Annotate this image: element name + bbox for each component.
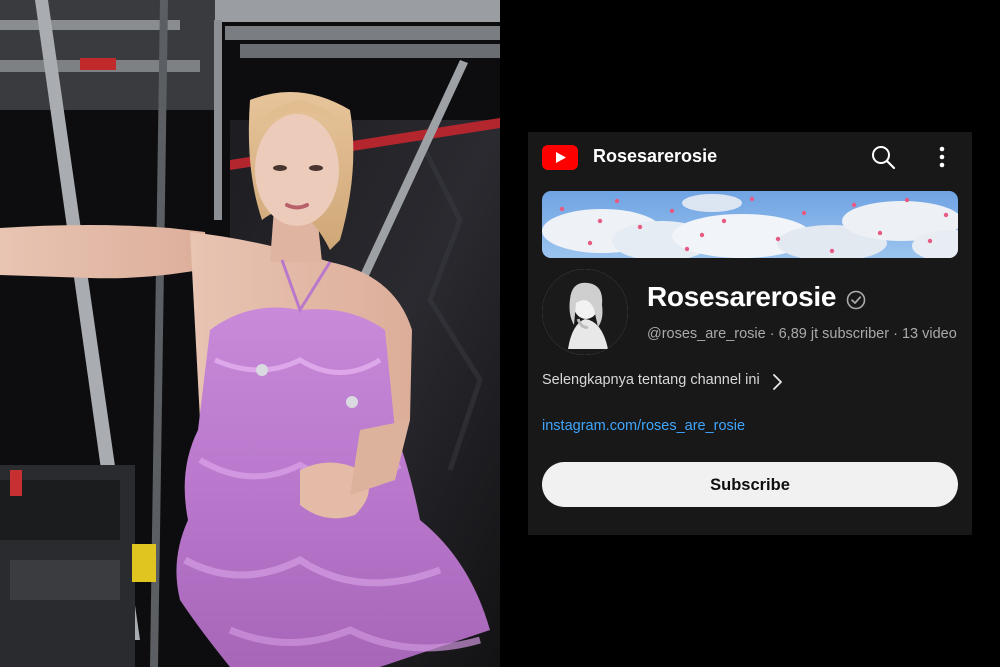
meta-separator: · — [893, 326, 898, 342]
photo-illustration — [0, 0, 500, 667]
channel-handle: @roses_are_rosie — [647, 326, 766, 342]
youtube-channel-panel: Rosesarerosie Rosesarerosie @roses_are_r… — [528, 132, 972, 535]
youtube-logo-icon[interactable] — [542, 145, 578, 170]
subscribe-button[interactable]: Subscribe — [542, 462, 958, 507]
video-count: 13 video — [901, 326, 957, 342]
channel-banner — [542, 191, 958, 258]
instagram-link[interactable]: instagram.com/roses_are_rosie — [542, 418, 745, 434]
channel-meta: @roses_are_rosie · 6,89 jt subscriber · … — [647, 326, 957, 342]
photo-panel — [0, 0, 500, 667]
channel-name: Rosesarerosie — [647, 281, 837, 312]
search-icon[interactable] — [870, 144, 896, 170]
app-header: Rosesarerosie — [528, 132, 972, 182]
chevron-right-icon[interactable] — [771, 373, 783, 391]
more-vertical-icon[interactable] — [932, 144, 952, 170]
subscriber-count: 6,89 jt subscriber — [778, 326, 890, 342]
header-title: Rosesarerosie — [593, 146, 718, 166]
banner-image — [542, 191, 958, 258]
verified-check-icon — [846, 290, 866, 310]
about-channel-link[interactable]: Selengkapnya tentang channel ini — [542, 372, 760, 388]
channel-avatar[interactable] — [542, 269, 628, 355]
avatar-image — [542, 269, 628, 355]
meta-separator: · — [769, 326, 775, 342]
